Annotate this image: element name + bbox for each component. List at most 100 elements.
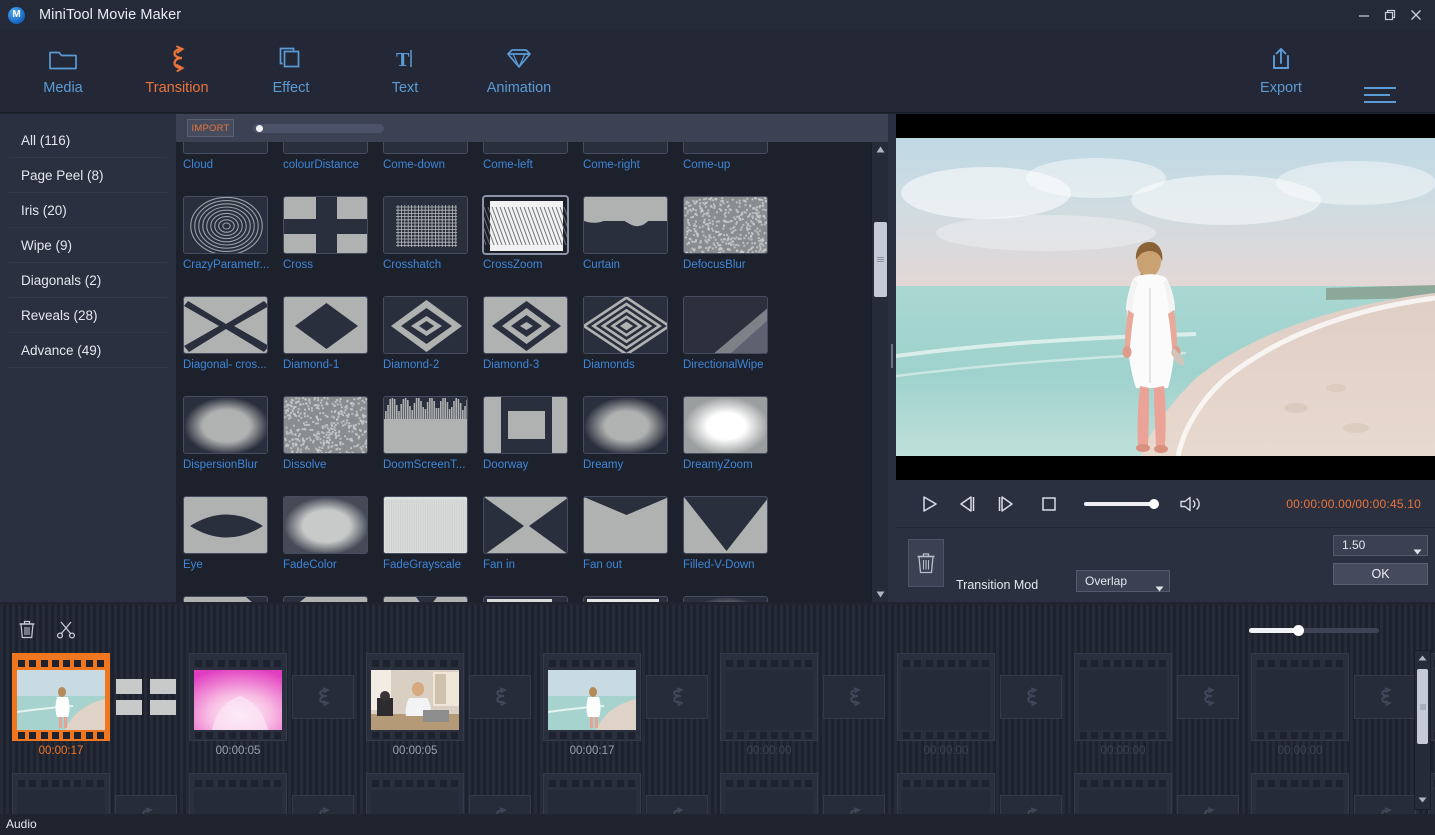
- timeline-transition-slot[interactable]: [469, 675, 531, 719]
- stop-button[interactable]: [1030, 480, 1068, 528]
- timeline-delete-icon[interactable]: [14, 617, 40, 641]
- sidebar-item-reveals[interactable]: Reveals (28): [9, 298, 167, 333]
- hamburger-icon[interactable]: [1361, 84, 1399, 106]
- sidebar-item-all[interactable]: All (116): [9, 123, 167, 158]
- transition-item[interactable]: Diagonal- cros...: [183, 290, 283, 390]
- transition-duration-select[interactable]: 1.50: [1333, 535, 1428, 556]
- transitions-scroll-slider[interactable]: [253, 124, 384, 133]
- timeline-clip[interactable]: 00:00:00: [897, 653, 995, 757]
- scroll-up-arrow-icon[interactable]: [872, 142, 889, 157]
- export-button[interactable]: Export: [1226, 40, 1336, 106]
- transition-item[interactable]: CrazyParametr...: [183, 190, 283, 290]
- transition-item[interactable]: Diamond-2: [383, 290, 483, 390]
- transition-item[interactable]: Filled-V-Down: [683, 490, 783, 590]
- transition-item[interactable]: Crosshatch: [383, 190, 483, 290]
- timeline-transition-slot[interactable]: [646, 675, 708, 719]
- timeline-clip[interactable]: 00:00:00: [720, 653, 818, 757]
- transition-item[interactable]: Dreamy: [583, 390, 683, 490]
- close-icon[interactable]: [1403, 0, 1429, 30]
- clip-filmstrip[interactable]: [366, 653, 464, 741]
- timeline-transition-slot[interactable]: [1000, 675, 1062, 719]
- transition-item[interactable]: Cross: [283, 190, 383, 290]
- timeline-clip[interactable]: 00:00:00: [1251, 653, 1349, 757]
- scrollbar-thumb[interactable]: [874, 222, 887, 297]
- timeline-transition-slot[interactable]: [1177, 675, 1239, 719]
- transition-item[interactable]: [583, 590, 683, 602]
- play-button[interactable]: [910, 480, 948, 528]
- transition-item[interactable]: Cloud: [183, 142, 283, 190]
- transitions-scrollbar[interactable]: [871, 142, 888, 602]
- clip-filmstrip[interactable]: [1074, 653, 1172, 741]
- timeline-transition-slot[interactable]: [115, 675, 177, 719]
- timeline-scroll-down-icon[interactable]: [1415, 793, 1430, 807]
- tab-transition[interactable]: Transition: [122, 40, 232, 106]
- delete-transition-button[interactable]: [908, 539, 944, 587]
- sidebar-item-diagonals[interactable]: Diagonals (2): [9, 263, 167, 298]
- transition-item[interactable]: DirectionalWipe: [683, 290, 783, 390]
- timeline-clip[interactable]: 00:00:05: [366, 653, 464, 757]
- transition-item[interactable]: Come-right: [583, 142, 683, 190]
- timeline-scroll-up-icon[interactable]: [1415, 651, 1430, 665]
- speaker-icon[interactable]: [1174, 495, 1208, 513]
- timeline-clip[interactable]: 00:00:17: [12, 653, 110, 757]
- minimize-icon[interactable]: [1351, 0, 1377, 30]
- transition-mode-select[interactable]: Overlap: [1076, 570, 1170, 592]
- transition-item[interactable]: [283, 590, 383, 602]
- transition-item[interactable]: CrossZoom: [483, 190, 583, 290]
- import-button[interactable]: IMPORT: [187, 119, 234, 137]
- timeline-clip[interactable]: 00:00:00: [1074, 653, 1172, 757]
- tab-text[interactable]: T Text: [350, 40, 460, 106]
- transition-item[interactable]: [183, 590, 283, 602]
- transition-item[interactable]: DefocusBlur: [683, 190, 783, 290]
- transition-item[interactable]: Diamond-1: [283, 290, 383, 390]
- timeline-clip[interactable]: 00:00:05: [189, 653, 287, 757]
- transition-item[interactable]: Come-up: [683, 142, 783, 190]
- transition-item[interactable]: DreamyZoom: [683, 390, 783, 490]
- timeline-transition-slot[interactable]: [823, 675, 885, 719]
- volume-knob[interactable]: [1149, 499, 1159, 509]
- timeline-transition-slot[interactable]: [292, 675, 354, 719]
- sidebar-item-advance[interactable]: Advance (49): [9, 333, 167, 368]
- clip-filmstrip[interactable]: [543, 653, 641, 741]
- slider-knob[interactable]: [256, 125, 263, 132]
- transition-item[interactable]: Eye: [183, 490, 283, 590]
- tab-effect[interactable]: Effect: [236, 40, 346, 106]
- transition-item[interactable]: FadeColor: [283, 490, 383, 590]
- scroll-down-arrow-icon[interactable]: [872, 587, 889, 602]
- transition-item[interactable]: Curtain: [583, 190, 683, 290]
- clip-filmstrip[interactable]: [897, 653, 995, 741]
- timeline-clip[interactable]: 00:00:17: [543, 653, 641, 757]
- transition-item[interactable]: [683, 590, 783, 602]
- ok-button[interactable]: OK: [1333, 563, 1428, 585]
- transition-item[interactable]: Fan in: [483, 490, 583, 590]
- timeline-transition-slot[interactable]: [1354, 675, 1416, 719]
- restore-icon[interactable]: [1377, 0, 1403, 30]
- transition-item[interactable]: Fan out: [583, 490, 683, 590]
- transition-item[interactable]: colourDistance: [283, 142, 383, 190]
- transition-item[interactable]: Diamond-3: [483, 290, 583, 390]
- sidebar-item-page-peel[interactable]: Page Peel (8): [9, 158, 167, 193]
- volume-slider[interactable]: [1084, 502, 1156, 506]
- timeline-scrollbar[interactable]: [1414, 650, 1431, 810]
- transition-item[interactable]: Come-down: [383, 142, 483, 190]
- transition-item[interactable]: Doorway: [483, 390, 583, 490]
- transition-item[interactable]: Dissolve: [283, 390, 383, 490]
- preview-player[interactable]: [896, 114, 1435, 480]
- timeline-split-icon[interactable]: [53, 617, 79, 641]
- panel-splitter[interactable]: [888, 114, 896, 602]
- clip-filmstrip[interactable]: [189, 653, 287, 741]
- tab-media[interactable]: Media: [8, 40, 118, 106]
- timeline-zoom-slider[interactable]: [1249, 628, 1379, 633]
- clip-filmstrip[interactable]: [720, 653, 818, 741]
- sidebar-item-wipe[interactable]: Wipe (9): [9, 228, 167, 263]
- timeline-scrollbar-thumb[interactable]: [1417, 669, 1428, 744]
- tab-animation[interactable]: Animation: [464, 40, 574, 106]
- transition-item[interactable]: [383, 590, 483, 602]
- transition-item[interactable]: [483, 590, 583, 602]
- clip-filmstrip[interactable]: [1251, 653, 1349, 741]
- transition-item[interactable]: Come-left: [483, 142, 583, 190]
- transition-item[interactable]: FadeGrayscale: [383, 490, 483, 590]
- sidebar-item-iris[interactable]: Iris (20): [9, 193, 167, 228]
- transition-item[interactable]: Diamonds: [583, 290, 683, 390]
- previous-frame-button[interactable]: [948, 480, 986, 528]
